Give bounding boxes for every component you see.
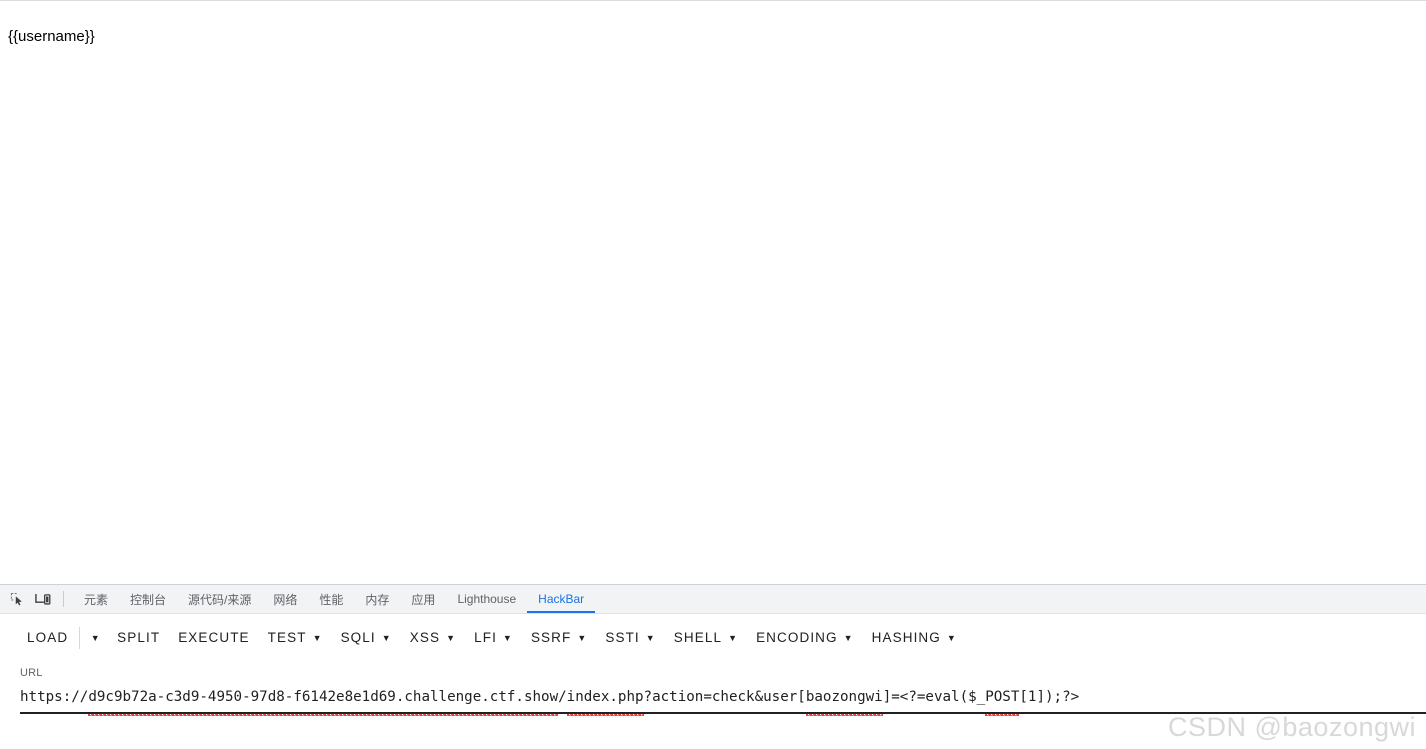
chevron-down-icon: ▼: [312, 633, 323, 643]
execute-button[interactable]: EXECUTE: [169, 623, 258, 653]
page-body-text: {{username}}: [8, 28, 95, 45]
load-button[interactable]: LOAD: [18, 623, 77, 653]
split-button[interactable]: SPLIT: [108, 623, 169, 653]
devtools-tab-elements[interactable]: 元素: [73, 585, 119, 613]
devtools-tab-label: 性能: [319, 592, 344, 607]
chevron-down-icon: ▼: [502, 633, 513, 643]
ssrf-menu-label: SSRF: [530, 630, 572, 645]
chevron-down-icon: ▼: [645, 633, 656, 643]
lfi-menu-label: LFI: [474, 630, 497, 645]
devtools-panel: 元素 控制台 源代码/来源 网络 性能 内存 应用 Lighthouse Hac…: [0, 584, 1426, 749]
lfi-menu-button[interactable]: LFI ▼: [465, 623, 522, 653]
chevron-down-icon: ▼: [446, 633, 457, 643]
devtools-tab-sources[interactable]: 源代码/来源: [177, 585, 262, 613]
chevron-down-icon: ▼: [577, 633, 588, 643]
inspect-element-icon[interactable]: [4, 586, 30, 612]
devtools-tab-label: HackBar: [538, 592, 585, 606]
shell-menu-button[interactable]: SHELL ▼: [665, 623, 747, 653]
devtools-tab-memory[interactable]: 内存: [354, 585, 400, 613]
devtools-tab-label: 源代码/来源: [188, 592, 252, 607]
devtools-tab-network[interactable]: 网络: [262, 585, 308, 613]
devtools-tab-label: 控制台: [130, 592, 167, 607]
devtools-tab-label: Lighthouse: [457, 592, 517, 606]
load-button-divider: [79, 626, 81, 649]
devtools-tab-label: 应用: [411, 592, 436, 607]
shell-menu-label: SHELL: [673, 630, 723, 645]
url-input-focus-underline: [20, 712, 1426, 714]
xss-menu-label: XSS: [409, 630, 441, 645]
device-toolbar-icon[interactable]: [30, 586, 56, 612]
sqli-menu-label: SQLI: [340, 630, 376, 645]
hashing-menu-label: HASHING: [871, 630, 941, 645]
url-field: URL https://d9c9b72a-c3d9-4950-97d8-f614…: [0, 666, 1426, 716]
ssrf-menu-button[interactable]: SSRF ▼: [522, 623, 596, 653]
devtools-tab-label: 内存: [365, 592, 390, 607]
devtools-tab-lighthouse[interactable]: Lighthouse: [446, 585, 527, 613]
xss-menu-button[interactable]: XSS ▼: [401, 623, 465, 653]
csdn-watermark: CSDN @baozongwi: [1167, 712, 1416, 742]
test-menu-label: TEST: [267, 630, 307, 645]
encoding-menu-label: ENCODING: [756, 630, 838, 645]
url-field-label: URL: [20, 667, 43, 679]
split-button-label: SPLIT: [117, 630, 161, 645]
devtools-tab-hackbar[interactable]: HackBar: [527, 585, 596, 613]
sqli-menu-button[interactable]: SQLI ▼: [332, 623, 401, 653]
ssti-menu-label: SSTI: [605, 630, 640, 645]
ssti-menu-button[interactable]: SSTI ▼: [596, 623, 664, 653]
load-button-group: LOAD ▼: [18, 623, 108, 653]
devtools-toolbar-divider: [63, 591, 64, 607]
hackbar-toolbar: LOAD ▼ SPLIT EXECUTE TEST ▼ SQLI ▼ XSS ▼…: [0, 614, 1426, 661]
chevron-down-icon: ▼: [843, 633, 854, 643]
load-button-label: LOAD: [27, 630, 69, 645]
chevron-down-icon: ▼: [946, 633, 957, 643]
hashing-menu-button[interactable]: HASHING ▼: [863, 623, 966, 653]
chevron-down-icon: ▼: [381, 633, 392, 643]
devtools-tab-application[interactable]: 应用: [400, 585, 446, 613]
devtools-tab-label: 网络: [273, 592, 298, 607]
devtools-tab-label: 元素: [84, 592, 109, 607]
execute-button-label: EXECUTE: [178, 630, 250, 645]
devtools-tab-performance[interactable]: 性能: [308, 585, 354, 613]
test-menu-button[interactable]: TEST ▼: [259, 623, 332, 653]
chevron-down-icon: ▼: [728, 633, 739, 643]
url-input[interactable]: https://d9c9b72a-c3d9-4950-97d8-f6142e8e…: [20, 687, 1426, 716]
devtools-tabstrip: 元素 控制台 源代码/来源 网络 性能 内存 应用 Lighthouse Hac…: [0, 585, 1426, 614]
url-input-value: https://d9c9b72a-c3d9-4950-97d8-f6142e8e…: [20, 689, 1080, 705]
caret-glyph: ▼: [90, 632, 100, 643]
encoding-menu-button[interactable]: ENCODING ▼: [747, 623, 863, 653]
devtools-tab-console[interactable]: 控制台: [119, 585, 177, 613]
browser-page-viewport: {{username}}: [0, 0, 1426, 584]
load-dropdown-caret-icon[interactable]: ▼: [82, 623, 108, 653]
